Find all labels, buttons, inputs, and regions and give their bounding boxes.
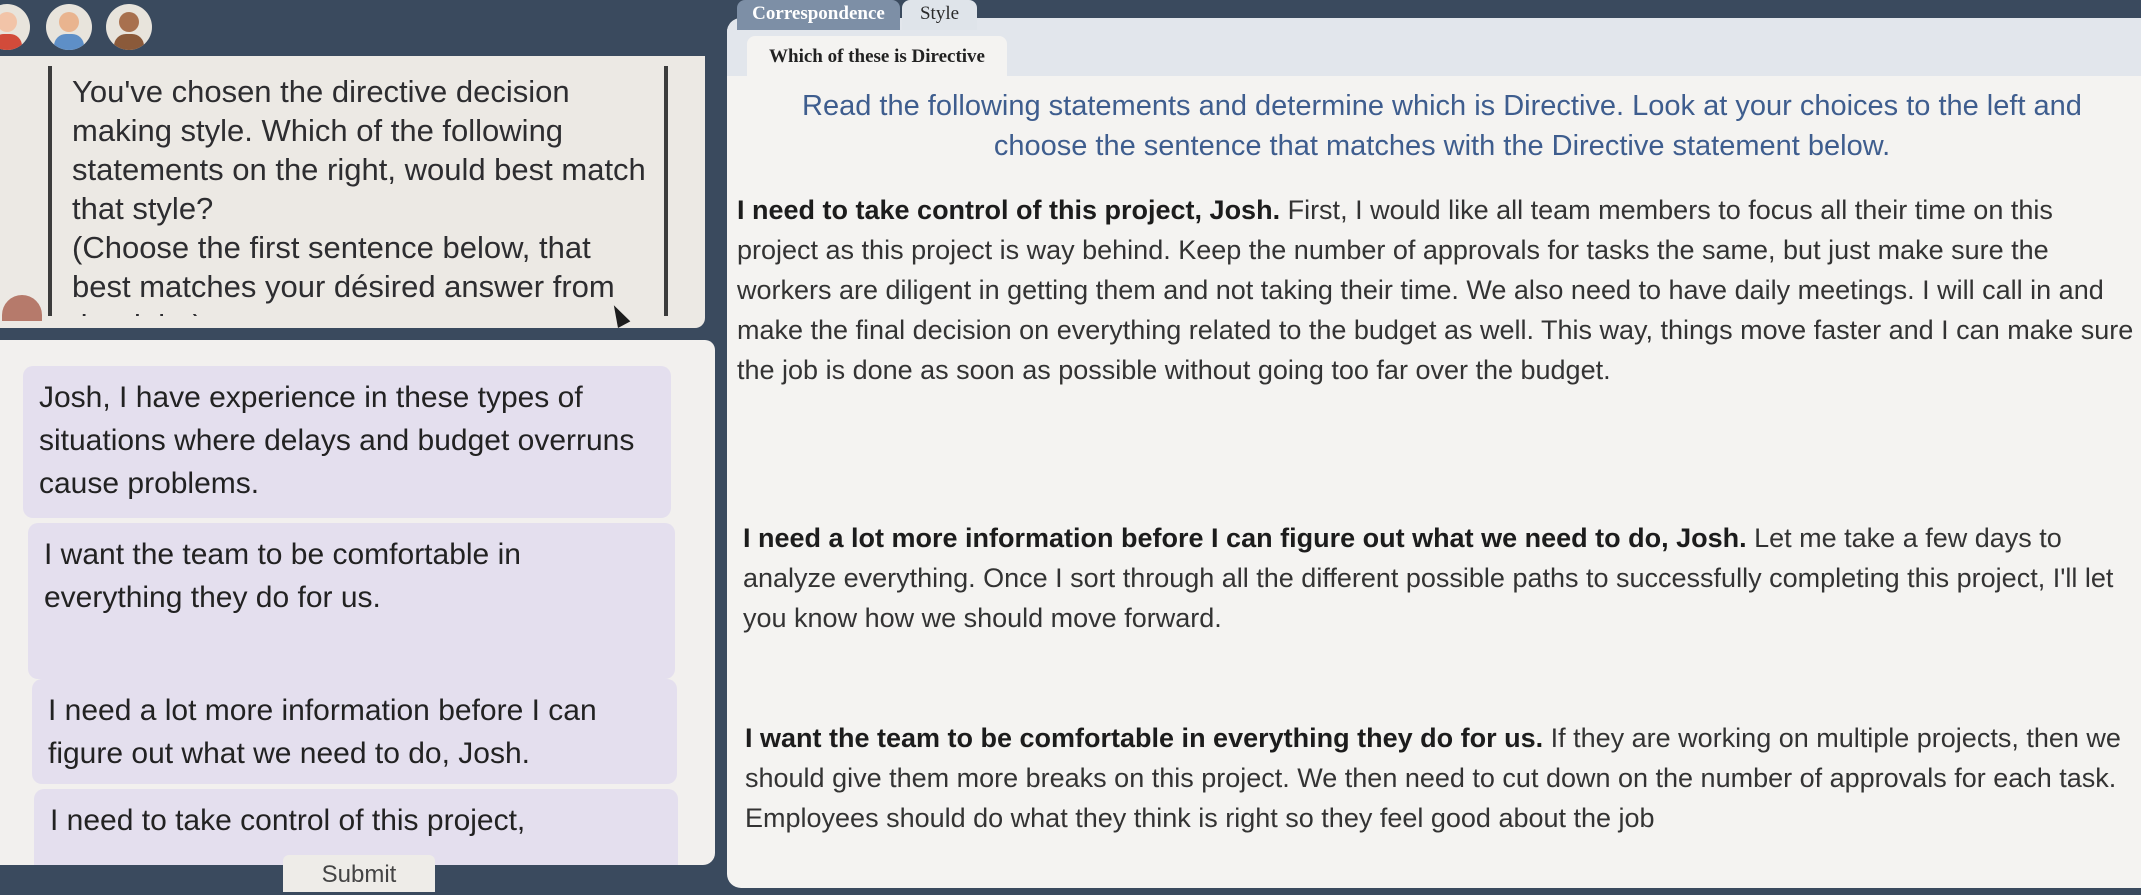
choice-option-label: I want the team to be comfortable in eve… [44, 538, 521, 614]
statements-panel: Which of these is Directive Read the fol… [727, 18, 2141, 888]
avatar-1[interactable] [0, 4, 30, 50]
choice-option-label: I need to take control of this project, [50, 804, 526, 837]
statement-lead: I need a lot more information before I c… [743, 523, 1747, 553]
tab-correspondence[interactable]: Correspondence [737, 0, 900, 30]
statement-3: I want the team to be comfortable in eve… [745, 718, 2140, 838]
statement-lead: I want the team to be comfortable in eve… [745, 723, 1544, 753]
submit-button[interactable]: Submit [283, 855, 435, 892]
prompt-text: You've chosen the directive decision mak… [72, 74, 646, 316]
prompt-box: You've chosen the directive decision mak… [48, 66, 668, 316]
avatar-3[interactable] [106, 4, 152, 50]
instructions-text: Read the following statements and determ… [802, 90, 2082, 162]
choices-panel: Josh, I have experience in these types o… [0, 340, 715, 865]
choice-option-label: I need a lot more information before I c… [48, 694, 597, 770]
avatar-2[interactable] [46, 4, 92, 50]
choice-option-1[interactable]: Josh, I have experience in these types o… [23, 366, 671, 518]
avatar-bar [0, 0, 200, 56]
statement-lead: I need to take control of this project, … [737, 195, 1281, 225]
choice-option-label: Josh, I have experience in these types o… [39, 381, 635, 500]
choice-option-3[interactable]: I need a lot more information before I c… [32, 679, 677, 784]
choice-option-4[interactable]: I need to take control of this project, [34, 789, 678, 865]
tab-which-directive[interactable]: Which of these is Directive [747, 36, 1007, 76]
prompt-panel: You've chosen the directive decision mak… [0, 56, 705, 328]
tab-style[interactable]: Style [902, 0, 977, 30]
choice-option-2[interactable]: I want the team to be comfortable in eve… [28, 523, 675, 679]
statement-1: I need to take control of this project, … [737, 190, 2137, 390]
statement-2: I need a lot more information before I c… [743, 518, 2138, 638]
